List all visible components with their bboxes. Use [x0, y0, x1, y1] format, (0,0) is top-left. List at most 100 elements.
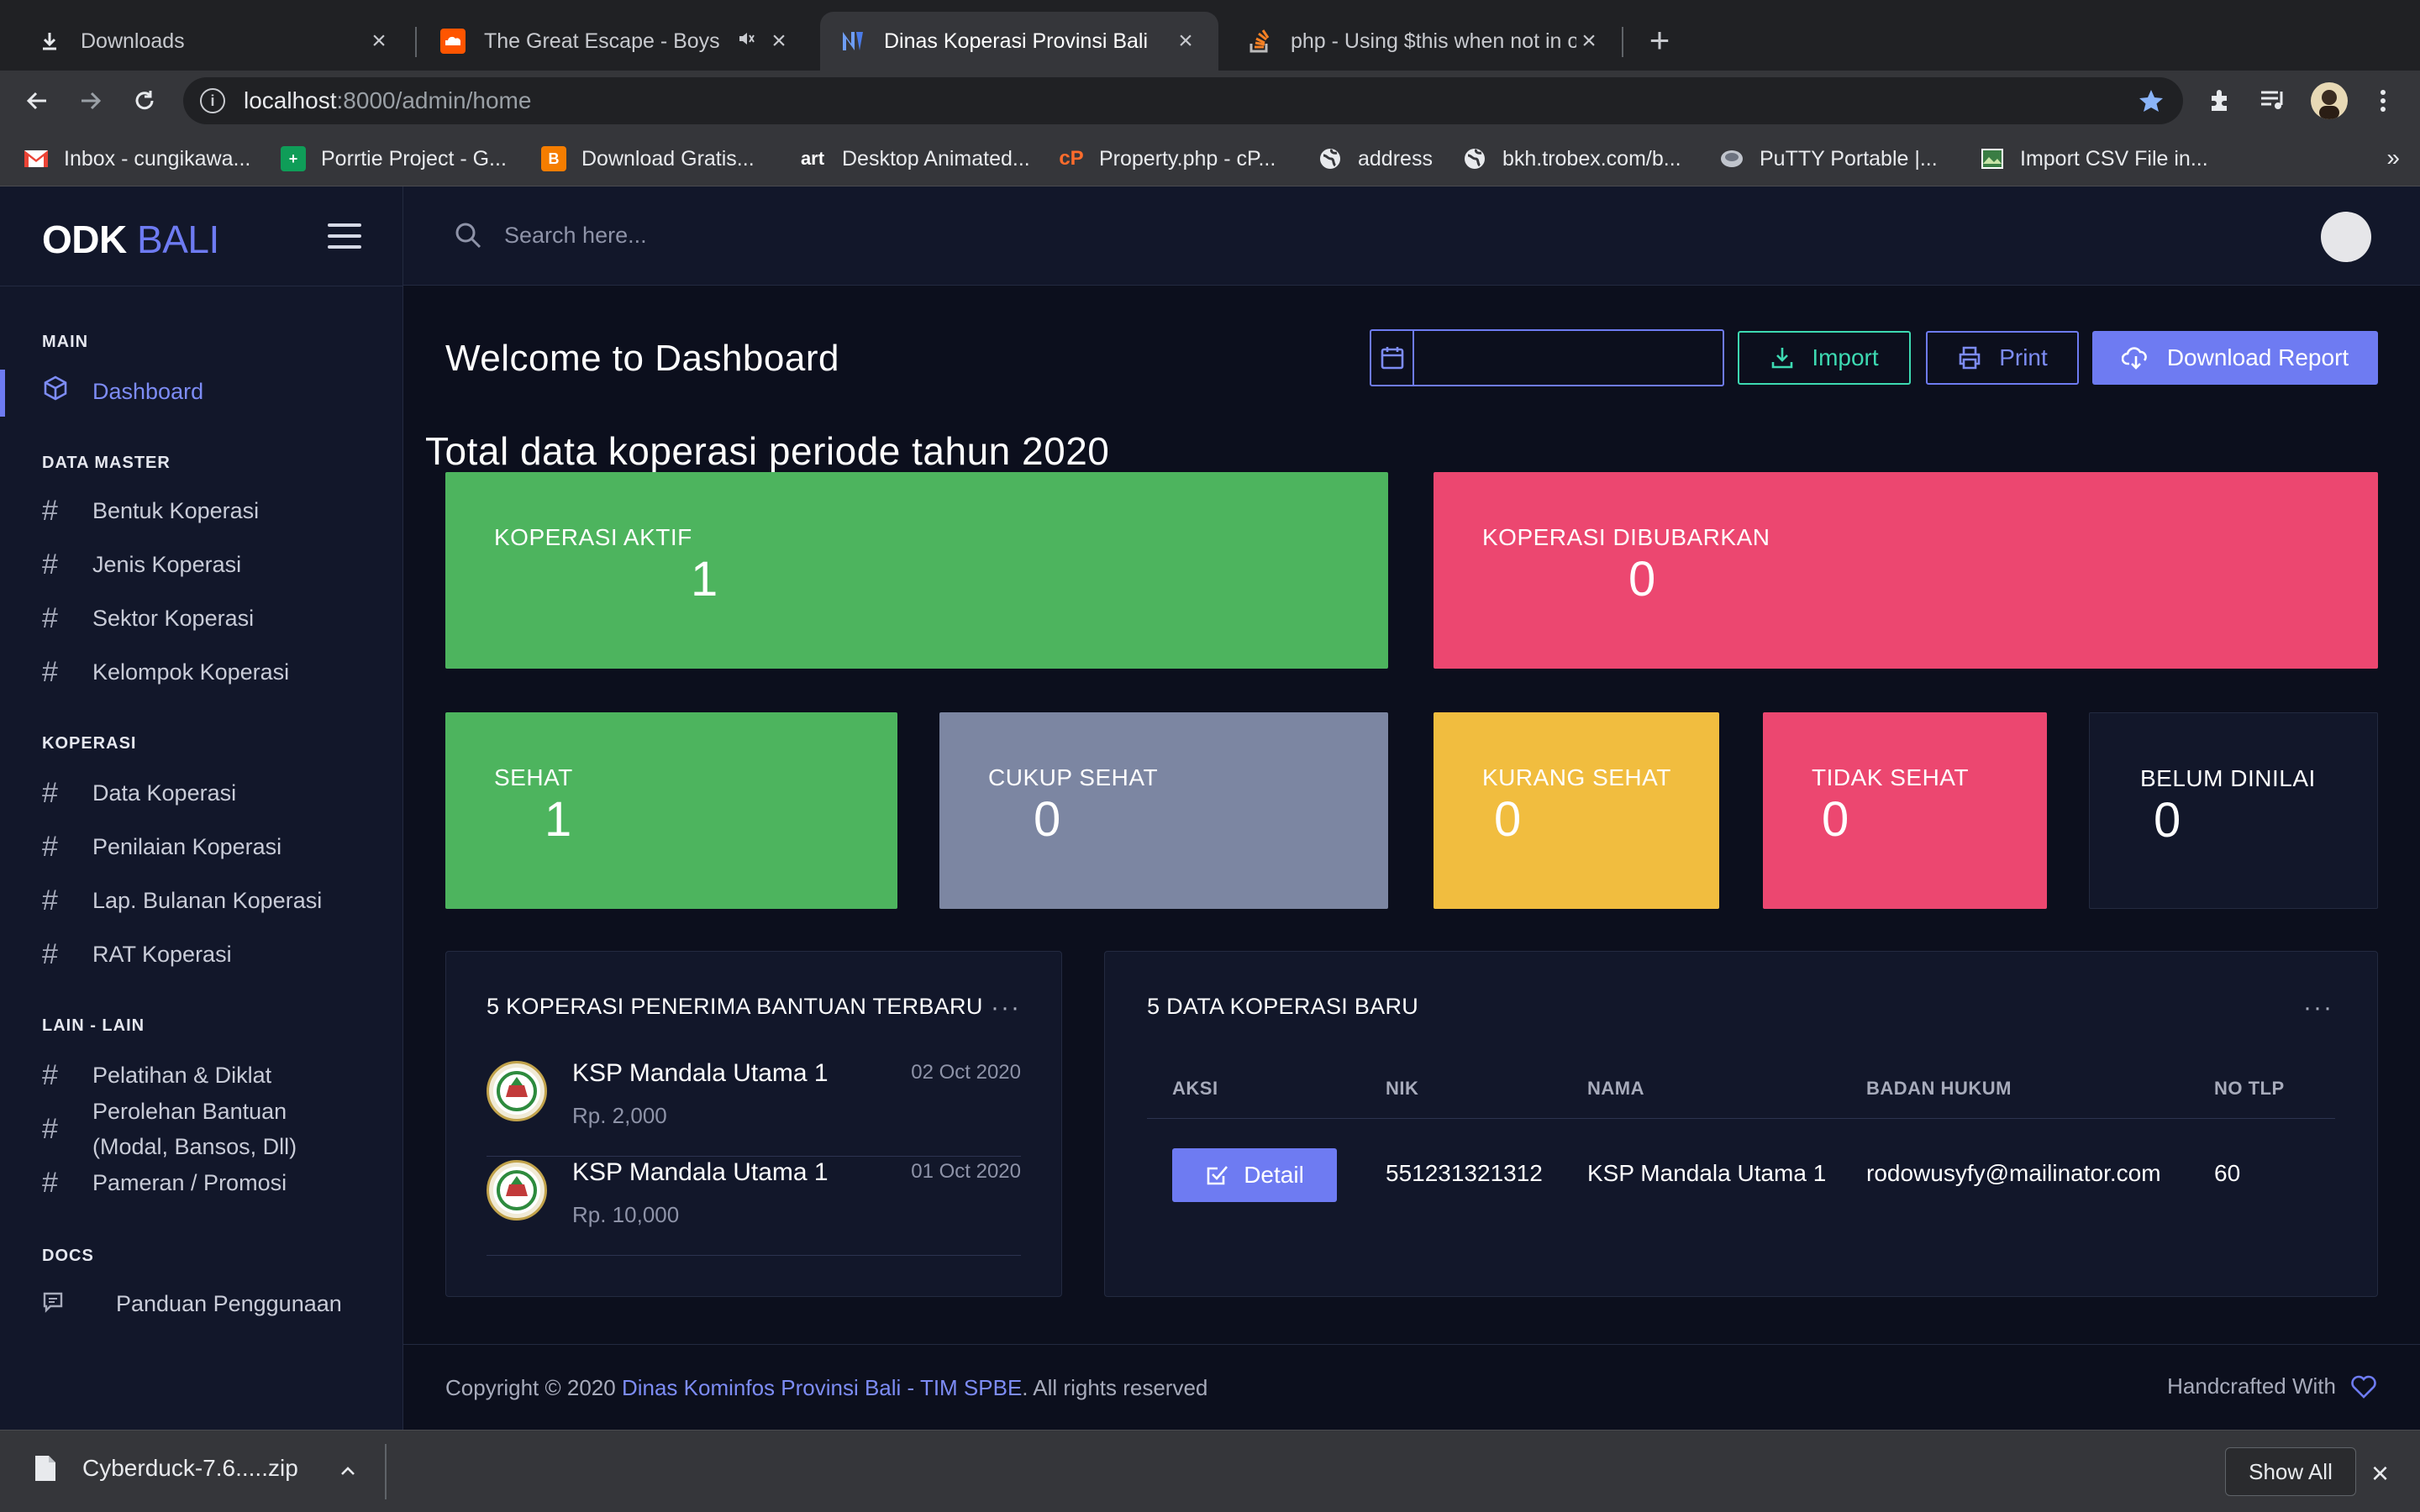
heart-icon: [2351, 1375, 2376, 1399]
bookmark-desktop-animated[interactable]: art Desktop Animated...: [798, 144, 1030, 173]
sidebar-item-penilaian-koperasi[interactable]: # Penilaian Koperasi: [42, 830, 281, 864]
profile-avatar[interactable]: [2311, 82, 2348, 119]
tab-title: php - Using $this when not in o: [1291, 29, 1576, 53]
date-range-picker[interactable]: [1370, 329, 1724, 386]
tab-stackoverflow[interactable]: php - Using $this when not in o ×: [1227, 12, 1622, 71]
extensions-icon[interactable]: [2202, 82, 2238, 119]
calendar-icon[interactable]: [1371, 331, 1414, 385]
list-item[interactable]: KSP Mandala Utama 1 Rp. 2,000 02 Oct 202…: [487, 1058, 1021, 1157]
media-control-icon[interactable]: [2255, 82, 2292, 119]
sidebar-item-panduan[interactable]: Panduan Penggunaan: [42, 1287, 342, 1320]
sidebar-item-data-koperasi[interactable]: # Data Koperasi: [42, 776, 236, 810]
forward-button[interactable]: [72, 82, 109, 119]
back-button[interactable]: [18, 82, 55, 119]
stat-label: CUKUP SEHAT: [988, 764, 1159, 790]
sidebar-item-lap-bulanan[interactable]: # Lap. Bulanan Koperasi: [42, 884, 322, 917]
sidebar-item-pameran[interactable]: # Pameran / Promosi: [42, 1166, 287, 1200]
tab-title: Downloads: [81, 29, 185, 53]
handcrafted-label: Handcrafted With: [2167, 1373, 2336, 1399]
new-tab-button[interactable]: +: [1641, 20, 1678, 60]
sidebar-item-kelompok-koperasi[interactable]: # Kelompok Koperasi: [42, 655, 289, 689]
sidebar-item-sektor-koperasi[interactable]: # Sektor Koperasi: [42, 601, 254, 635]
bookmark-download-gratis[interactable]: B Download Gratis...: [541, 144, 755, 173]
info-icon[interactable]: i: [200, 88, 225, 113]
sidebar-item-label: Sektor Koperasi: [92, 605, 255, 631]
bookmark-gmail[interactable]: Inbox - cungikawa...: [24, 144, 250, 173]
print-button[interactable]: Print: [1926, 331, 2079, 385]
address-bar[interactable]: i localhost:8000/admin/home: [183, 77, 2183, 124]
bookmark-label: Desktop Animated...: [842, 146, 1030, 171]
bookmark-bkh[interactable]: bkh.trobex.com/b...: [1462, 144, 1681, 173]
bookmark-label: bkh.trobex.com/b...: [1502, 146, 1681, 171]
sidebar-item-label: (Modal, Bansos, Dll): [92, 1134, 297, 1159]
handcrafted-text: Handcrafted With: [2167, 1373, 2376, 1399]
stat-card-koperasi-aktif[interactable]: KOPERASI AKTIF 1: [445, 472, 1388, 669]
bookmark-property-php[interactable]: cP Property.php - cP...: [1059, 144, 1276, 173]
card-title: 5 DATA KOPERASI BARU: [1147, 994, 1419, 1019]
sidebar-section-koperasi: KOPERASI: [42, 734, 137, 753]
list-item[interactable]: KSP Mandala Utama 1 Rp. 10,000 01 Oct 20…: [487, 1157, 1021, 1256]
sidebar-item-label: Dashboard: [92, 378, 204, 404]
speaker-icon[interactable]: [736, 29, 756, 55]
soundcloud-icon: [440, 29, 466, 54]
date-input[interactable]: [1414, 331, 1723, 385]
search-box[interactable]: Search here...: [454, 218, 647, 252]
printer-icon: [1959, 346, 1981, 370]
bookmark-label: address: [1358, 146, 1433, 171]
sidebar-item-label: Jenis Koperasi: [92, 551, 242, 577]
import-button[interactable]: Import: [1738, 331, 1911, 385]
brand-logo[interactable]: ODK BALI: [42, 217, 219, 262]
show-all-button[interactable]: Show All: [2225, 1447, 2356, 1496]
stat-card-belum-dinilai[interactable]: BELUM DINILAI 0: [2089, 712, 2378, 909]
cell-badan-hukum: rodowusyfy@mailinator.com: [1866, 1160, 2161, 1186]
hash-icon: #: [42, 1112, 58, 1145]
sidebar-item-label: Pameran / Promosi: [92, 1169, 287, 1195]
more-options-icon[interactable]: ···: [991, 994, 1021, 1022]
downloaded-file[interactable]: Cyberduck-7.6.....zip: [34, 1454, 298, 1483]
tab-soundcloud[interactable]: The Great Escape - Boys L ×: [420, 12, 812, 71]
close-icon[interactable]: ×: [766, 27, 792, 55]
sidebar-item-rat-koperasi[interactable]: # RAT Koperasi: [42, 937, 232, 971]
stat-card-tidak-sehat[interactable]: TIDAK SEHAT 0: [1763, 712, 2047, 909]
stat-label: SEHAT: [494, 764, 573, 790]
stat-card-sehat[interactable]: SEHAT 1: [445, 712, 897, 909]
star-icon[interactable]: [2138, 87, 2165, 120]
close-icon[interactable]: ×: [1173, 27, 1198, 55]
user-avatar[interactable]: [2321, 212, 2371, 262]
tab-downloads[interactable]: Downloads ×: [17, 12, 412, 71]
bookmark-porrtie[interactable]: + Porrtie Project - G...: [281, 144, 507, 173]
detail-label: Detail: [1244, 1162, 1304, 1188]
cell-no-tlp: 60: [2214, 1160, 2241, 1186]
detail-button[interactable]: Detail: [1172, 1148, 1337, 1202]
edit-checkbox-icon: [1207, 1166, 1228, 1185]
sidebar-item-dashboard[interactable]: Dashboard: [42, 375, 203, 408]
sidebar-item-bentuk-koperasi[interactable]: # Bentuk Koperasi: [42, 494, 259, 528]
sidebar-item-label: Pelatihan & Diklat: [92, 1062, 272, 1088]
bookmark-address[interactable]: address: [1318, 144, 1433, 173]
search-input[interactable]: Search here...: [504, 223, 647, 249]
more-menu-icon[interactable]: [2365, 82, 2402, 119]
search-icon: [455, 223, 481, 249]
hamburger-menu-icon[interactable]: [328, 223, 361, 250]
stat-card-cukup-sehat[interactable]: CUKUP SEHAT 0: [939, 712, 1388, 909]
bookmark-import-csv[interactable]: Import CSV File in...: [1980, 144, 2208, 173]
hash-icon: #: [42, 494, 58, 527]
stat-card-koperasi-dibubarkan[interactable]: KOPERASI DIBUBARKAN 0: [1434, 472, 2378, 669]
more-options-icon[interactable]: ···: [2303, 994, 2333, 1022]
sidebar-item-perolehan-bantuan[interactable]: # Perolehan Bantuan (Modal, Bansos, Dll): [42, 1094, 297, 1164]
download-report-button[interactable]: Download Report: [2092, 331, 2378, 385]
cpanel-icon: cP: [1059, 147, 1084, 170]
reload-button[interactable]: [126, 82, 163, 119]
chevron-up-icon[interactable]: [338, 1461, 358, 1485]
close-icon[interactable]: ×: [1576, 27, 1602, 55]
close-icon[interactable]: ×: [366, 27, 392, 55]
sidebar-item-pelatihan[interactable]: # Pelatihan & Diklat: [42, 1058, 271, 1092]
sidebar-item-jenis-koperasi[interactable]: # Jenis Koperasi: [42, 548, 241, 581]
close-icon[interactable]: ×: [2371, 1456, 2389, 1491]
bookmark-putty[interactable]: PuTTY Portable |...: [1719, 144, 1938, 173]
footer-link[interactable]: Dinas Kominfos Provinsi Bali - TIM SPBE: [622, 1375, 1022, 1400]
tab-dinas-koperasi[interactable]: Dinas Koperasi Provinsi Bali ×: [820, 12, 1218, 71]
bookmarks-overflow-button[interactable]: »: [2386, 144, 2400, 171]
hash-icon: #: [42, 1166, 58, 1199]
stat-card-kurang-sehat[interactable]: KURANG SEHAT 0: [1434, 712, 1719, 909]
